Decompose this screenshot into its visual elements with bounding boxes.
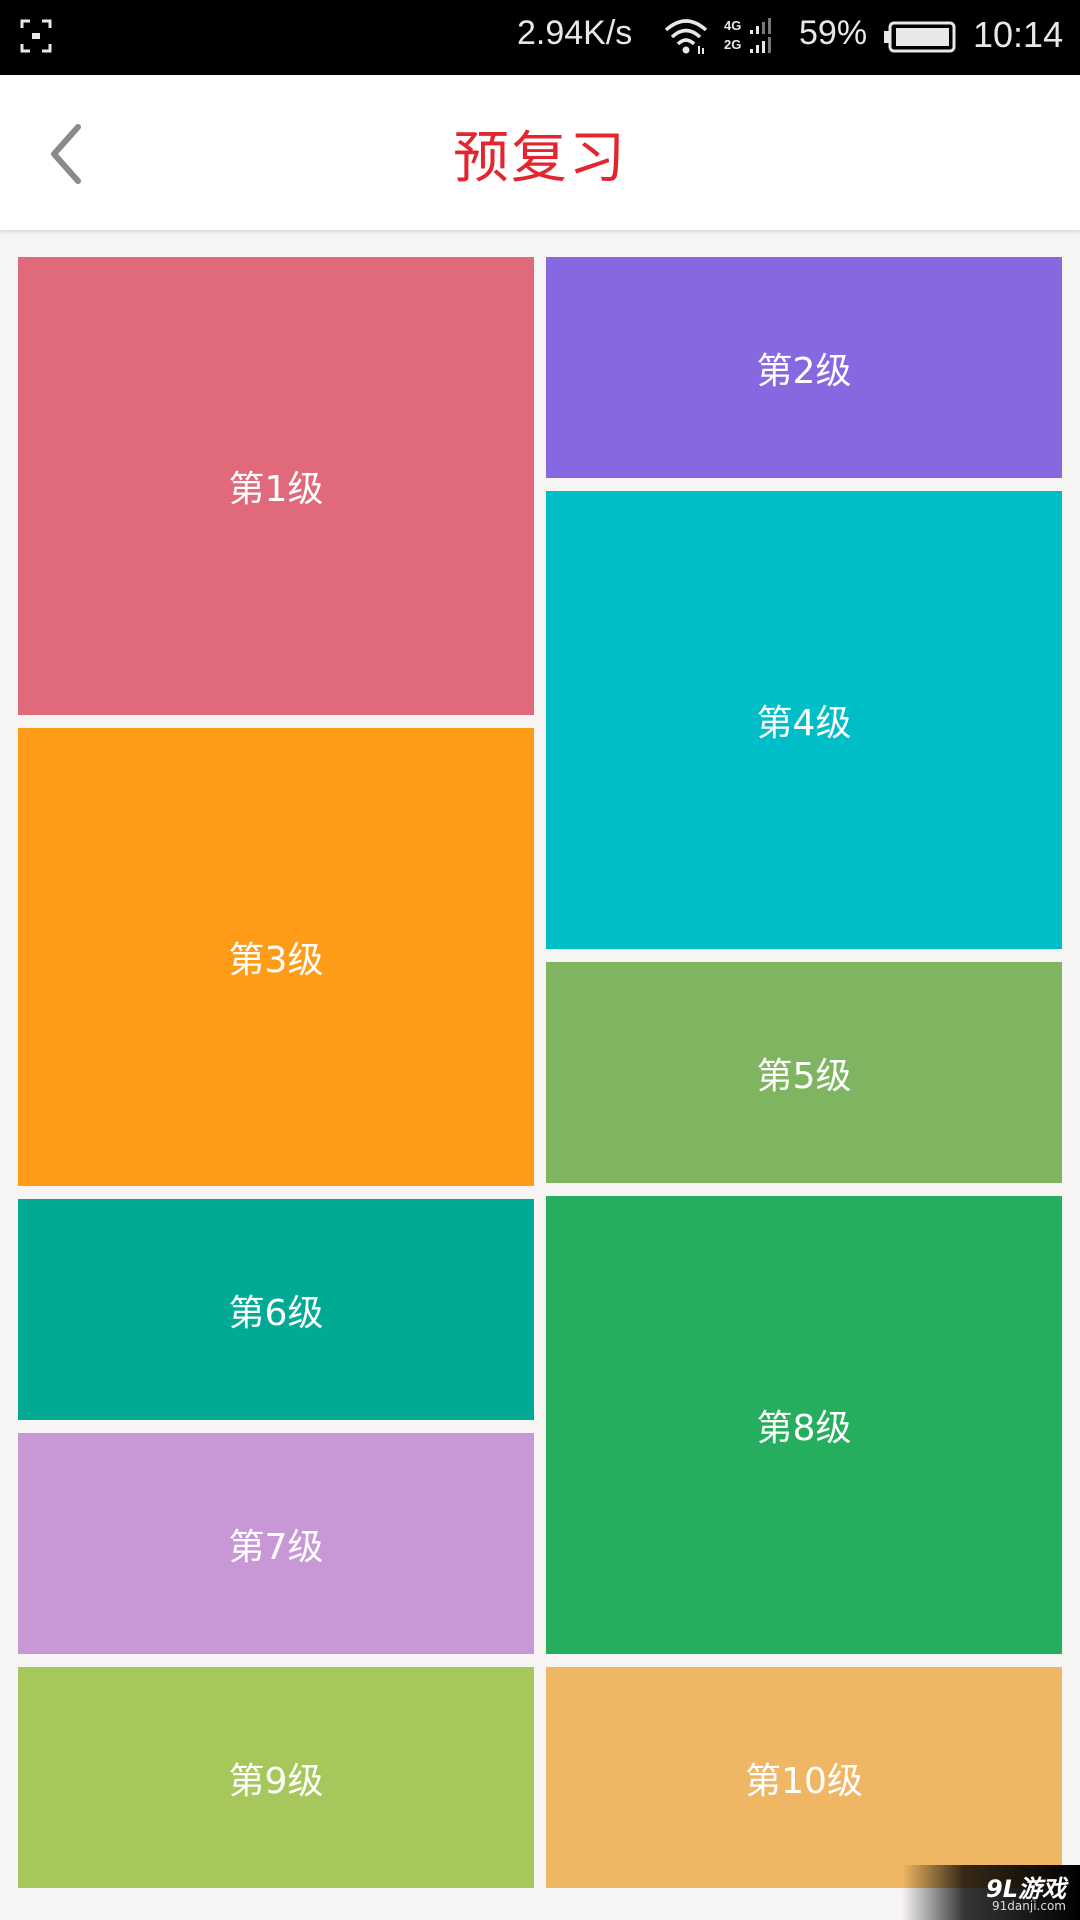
watermark-logo: 9L游戏 91danji.com: [902, 1865, 1080, 1920]
status-time: 10:14: [973, 14, 1064, 55]
svg-text:4G: 4G: [724, 18, 741, 33]
level-4-label: 第4级: [756, 703, 852, 744]
screenshot-frame-icon: [20, 19, 52, 53]
level-5-tile[interactable]: 第5级: [546, 962, 1062, 1183]
level-1-label: 第1级: [228, 469, 324, 510]
level-3-label: 第3级: [228, 940, 324, 981]
watermark-url: 91danji.com: [992, 1899, 1066, 1913]
level-4-tile[interactable]: 第4级: [546, 491, 1062, 949]
level-7-label: 第7级: [228, 1526, 324, 1568]
level-7-tile[interactable]: 第7级: [18, 1433, 534, 1654]
status-bar: 2.94K/s 4G 2G 59% 10:14: [0, 0, 1080, 75]
level-5-label: 第5级: [756, 1055, 852, 1097]
page-title: 预复习: [453, 126, 627, 191]
level-3-tile[interactable]: 第3级: [18, 728, 534, 1186]
level-2-tile[interactable]: 第2级: [546, 257, 1062, 478]
svg-text:2G: 2G: [724, 37, 741, 52]
network-speed: 2.94K/s: [517, 14, 633, 52]
battery-percent: 59%: [799, 14, 868, 52]
header: 预复习: [0, 75, 1080, 230]
wifi-icon: [664, 19, 708, 54]
level-2-label: 第2级: [756, 350, 852, 392]
cellular-4g-2g-icon: 4G 2G: [724, 18, 771, 53]
level-6-tile[interactable]: 第6级: [18, 1199, 534, 1420]
level-8-label: 第8级: [756, 1408, 852, 1449]
level-8-tile[interactable]: 第8级: [546, 1196, 1062, 1654]
level-9-label: 第9级: [228, 1760, 324, 1802]
level-1-tile[interactable]: 第1级: [18, 257, 534, 715]
level-10-tile[interactable]: 第10级: [546, 1667, 1062, 1888]
level-9-tile[interactable]: 第9级: [18, 1667, 534, 1888]
battery-icon: [884, 21, 956, 53]
level-6-label: 第6级: [228, 1292, 324, 1334]
level-10-label: 第10级: [745, 1760, 863, 1802]
